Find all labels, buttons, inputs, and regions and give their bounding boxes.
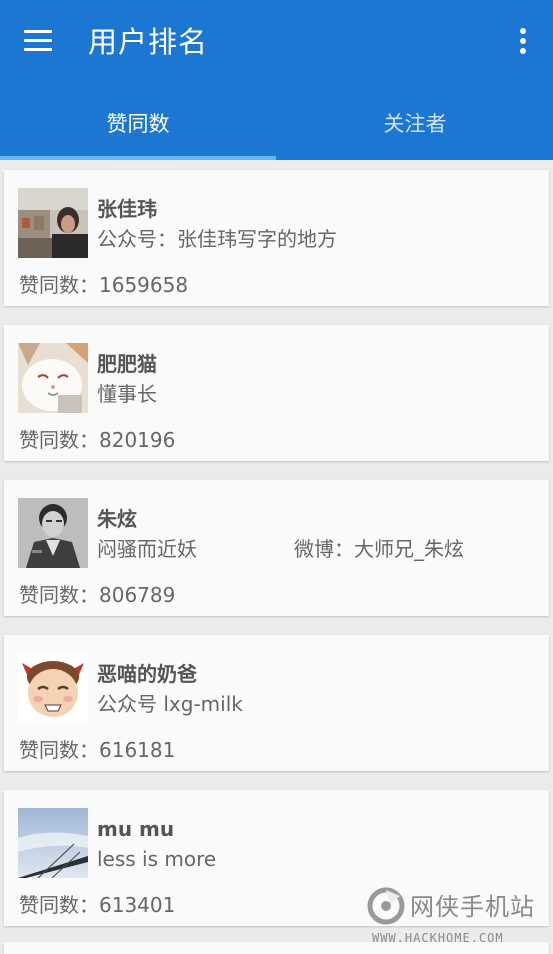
user-name: 肥肥猫 [97,352,157,376]
tab-likes[interactable]: 赞同数 [0,90,276,158]
avatar [18,498,88,568]
watermark-url: WWW.HACKHOME.COM [372,931,504,945]
hamburger-menu-icon[interactable] [22,26,56,56]
user-card[interactable]: 肥肥猫 懂事长 赞同数：820196 [4,325,549,461]
likes-count: 赞同数：613401 [19,893,176,917]
watermark: 网侠手机站 WWW.HACKHOME.COM [366,884,551,950]
user-name: 恶喵的奶爸 [97,662,197,686]
page-title: 用户排名 [88,25,209,59]
user-subtitle: 公众号：张佳玮写字的地方 [97,227,337,251]
likes-count: 赞同数：820196 [19,428,176,452]
likes-count: 赞同数：1659658 [19,273,189,297]
hackhome-logo-icon [367,887,405,925]
tab-indicator [0,156,276,160]
user-card[interactable]: 张佳玮 公众号：张佳玮写字的地方 赞同数：1659658 [4,170,549,306]
user-subtitle: 懂事长 [97,382,157,406]
user-subtitle: less is more [97,847,217,871]
tab-followers[interactable]: 关注者 [277,90,553,158]
avatar [18,653,88,723]
user-subtitle: 公众号 lxg-milk [97,692,243,716]
more-vertical-icon[interactable] [508,24,538,58]
user-card[interactable]: 朱炫 闷骚而近妖 微博：大师兄_朱炫 赞同数：806789 [4,480,549,616]
user-weibo: 微博：大师兄_朱炫 [294,537,464,561]
likes-count: 赞同数：616181 [19,738,176,762]
user-name: mu mu [97,817,175,841]
avatar [18,808,88,878]
likes-count: 赞同数：806789 [19,583,176,607]
avatar [18,343,88,413]
avatar [18,188,88,258]
watermark-text: 网侠手机站 [410,893,535,921]
user-name: 张佳玮 [97,197,157,221]
user-name: 朱炫 [97,507,137,531]
app-bar: 用户排名 赞同数 关注者 [0,0,553,160]
user-subtitle: 闷骚而近妖 [97,537,197,561]
user-card[interactable]: 恶喵的奶爸 公众号 lxg-milk 赞同数：616181 [4,635,549,771]
